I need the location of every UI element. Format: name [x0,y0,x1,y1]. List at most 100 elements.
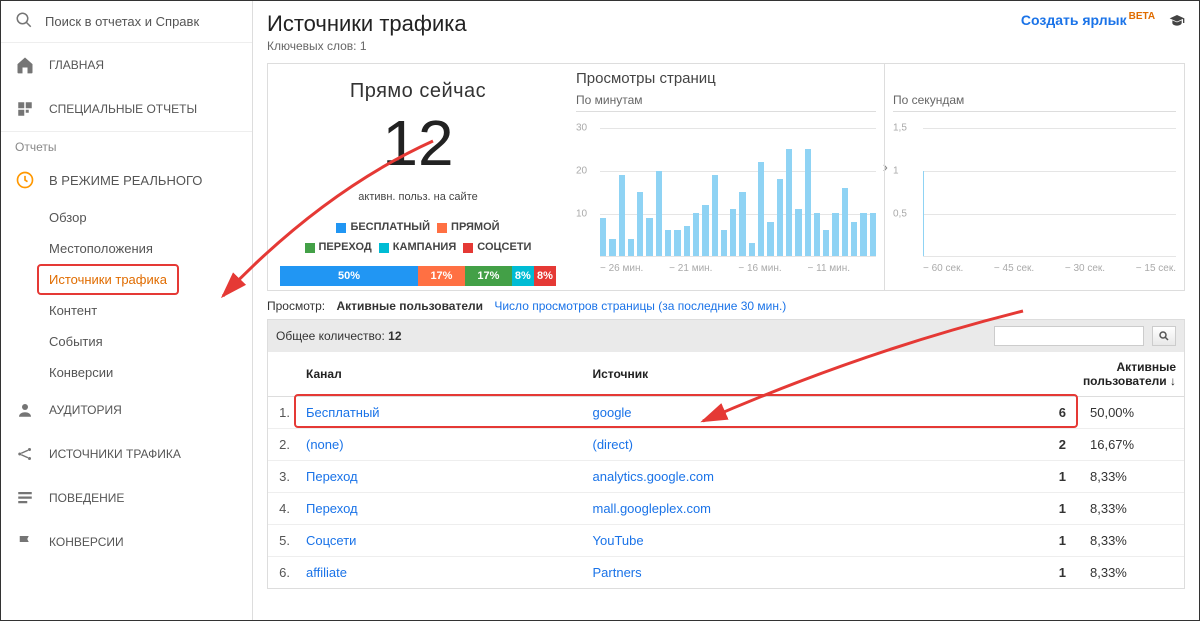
pageviews-seconds-panel: . По секундам 1,5 1 0,5 − 60 сек. − 45 с… [884,64,1184,290]
view-label: Просмотр: [267,299,325,313]
nav-behavior[interactable]: ПОВЕДЕНИЕ [1,476,252,520]
view-active[interactable]: Активные пользователи [336,299,483,313]
nav-traffic[interactable]: ИСТОЧНИКИ ТРАФИКА [1,432,252,476]
page-subtitle: Ключевых слов: 1 [267,39,467,53]
row-source[interactable]: mall.googleplex.com [585,492,1025,524]
col-active-users[interactable]: Активные пользователи ↓ [1024,352,1184,397]
sub-events[interactable]: События [49,326,252,357]
sub-content[interactable]: Контент [49,295,252,326]
nav-conversions[interactable]: КОНВЕРСИИ [1,520,252,564]
row-channel[interactable]: Соцсети [298,524,585,556]
col-channel[interactable]: Канал [298,352,585,397]
y-label: 1 [893,166,899,177]
row-source[interactable]: (direct) [585,428,1025,460]
legend-social: СОЦСЕТИ [477,239,531,257]
table-row[interactable]: 1. Бесплатный google 6 50,00% [268,396,1184,428]
legend-campaign: КАМПАНИЯ [393,239,456,257]
nav-audience[interactable]: АУДИТОРИЯ [1,388,252,432]
x-label: − 30 сек. [1065,263,1105,274]
nav-home[interactable]: ГЛАВНАЯ [1,43,252,87]
x-label: − 21 мин. [669,263,712,274]
page-header: Источники трафика Ключевых слов: 1 Созда… [267,11,1185,53]
search-input[interactable] [45,14,205,29]
row-percent: 8,33% [1074,524,1184,556]
y-label: 1,5 [893,123,907,134]
sources-table: Общее количество: 12 Канал Источник Акти… [267,319,1185,589]
x-label: − 45 сек. [994,263,1034,274]
nav-realtime[interactable]: В РЕЖИМЕ РЕАЛЬНОГО [1,158,252,202]
row-channel[interactable]: Бесплатный [298,396,585,428]
col-source[interactable]: Источник [585,352,1025,397]
table-row[interactable]: 3. Переход analytics.google.com 1 8,33% [268,460,1184,492]
table-search-input[interactable] [994,326,1144,346]
home-icon [15,55,35,75]
y-label: 30 [576,123,587,134]
row-percent: 8,33% [1074,492,1184,524]
minutes-chart: 30 20 10 − 26 мин. − 21 мин. − 16 мин. −… [576,116,876,276]
nav-home-label: ГЛАВНАЯ [49,58,104,72]
per-minute-label: По минутам [576,93,876,112]
pageviews-title: Просмотры страниц [576,64,876,93]
sub-overview[interactable]: Обзор [49,202,252,233]
table-search-button[interactable] [1152,326,1176,346]
right-now-panel: Прямо сейчас 12 активн. польз. на сайте … [268,64,568,290]
x-label: − 26 мин. [600,263,643,274]
search-row [1,1,252,43]
x-label: − 15 сек. [1136,263,1176,274]
graduation-cap-icon[interactable] [1169,13,1185,29]
total-value: 12 [388,329,401,343]
beta-badge: BETA [1129,11,1155,22]
row-percent: 8,33% [1074,460,1184,492]
sub-conversions[interactable]: Конверсии [49,357,252,388]
table-row[interactable]: 2. (none) (direct) 2 16,67% [268,428,1184,460]
legend-direct: ПРЯМОЙ [451,219,500,237]
seconds-chart: 1,5 1 0,5 − 60 сек. − 45 сек. − 30 сек. … [893,116,1176,276]
legend-referral: ПЕРЕХОД [319,239,372,257]
nav-special-label: СПЕЦИАЛЬНЫЕ ОТЧЕТЫ [49,102,197,116]
row-active: 6 [1024,396,1074,428]
total-label: Общее количество: [276,329,385,343]
realtime-subitems: Обзор Местоположения Источники трафика К… [1,202,252,388]
page-title: Источники трафика [267,11,467,37]
row-percent: 16,67% [1074,428,1184,460]
pageviews-minutes-panel: Просмотры страниц По минутам 30 20 10 − … [568,64,884,290]
row-channel[interactable]: (none) [298,428,585,460]
row-percent: 8,33% [1074,556,1184,588]
sub-traffic-sources[interactable]: Источники трафика [37,264,179,295]
view-pageviews-link[interactable]: Число просмотров страницы (за последние … [494,299,786,313]
table-row[interactable]: 4. Переход mall.googleplex.com 1 8,33% [268,492,1184,524]
x-label: − 16 мин. [738,263,781,274]
realtime-panels: Прямо сейчас 12 активн. польз. на сайте … [267,63,1185,291]
row-channel[interactable]: Переход [298,460,585,492]
share-icon [15,444,35,464]
row-channel[interactable]: Переход [298,492,585,524]
y-label: 10 [576,209,587,220]
x-label: − 11 мин. [808,263,851,274]
right-now-title: Прямо сейчас [274,80,562,103]
row-index: 1. [268,396,298,428]
row-active: 1 [1024,556,1074,588]
view-toggle: Просмотр: Активные пользователи Число пр… [267,299,1185,313]
row-source[interactable]: Partners [585,556,1025,588]
main: Источники трафика Ключевых слов: 1 Созда… [253,1,1199,620]
clock-icon [15,170,35,190]
table-row[interactable]: 5. Соцсети YouTube 1 8,33% [268,524,1184,556]
nav-behavior-label: ПОВЕДЕНИЕ [49,491,124,505]
create-shortcut-link[interactable]: Создать ярлыкBETA [1021,12,1159,28]
sidebar: ГЛАВНАЯ СПЕЦИАЛЬНЫЕ ОТЧЕТЫ Отчеты В РЕЖИ… [1,1,253,620]
table-row[interactable]: 6. affiliate Partners 1 8,33% [268,556,1184,588]
channel-legend: БЕСПЛАТНЫЙ ПРЯМОЙ ПЕРЕХОД КАМПАНИЯ СОЦСЕ… [274,219,562,260]
row-index: 2. [268,428,298,460]
person-icon [15,400,35,420]
nav-traffic-label: ИСТОЧНИКИ ТРАФИКА [49,447,181,461]
nav-realtime-label: В РЕЖИМЕ РЕАЛЬНОГО [49,173,202,188]
row-active: 1 [1024,460,1074,492]
row-source[interactable]: analytics.google.com [585,460,1025,492]
nav-special-reports[interactable]: СПЕЦИАЛЬНЫЕ ОТЧЕТЫ [1,87,252,131]
sub-locations[interactable]: Местоположения [49,233,252,264]
row-channel[interactable]: affiliate [298,556,585,588]
row-source[interactable]: YouTube [585,524,1025,556]
row-index: 6. [268,556,298,588]
row-source[interactable]: google [585,396,1025,428]
reports-section-label: Отчеты [1,132,252,158]
